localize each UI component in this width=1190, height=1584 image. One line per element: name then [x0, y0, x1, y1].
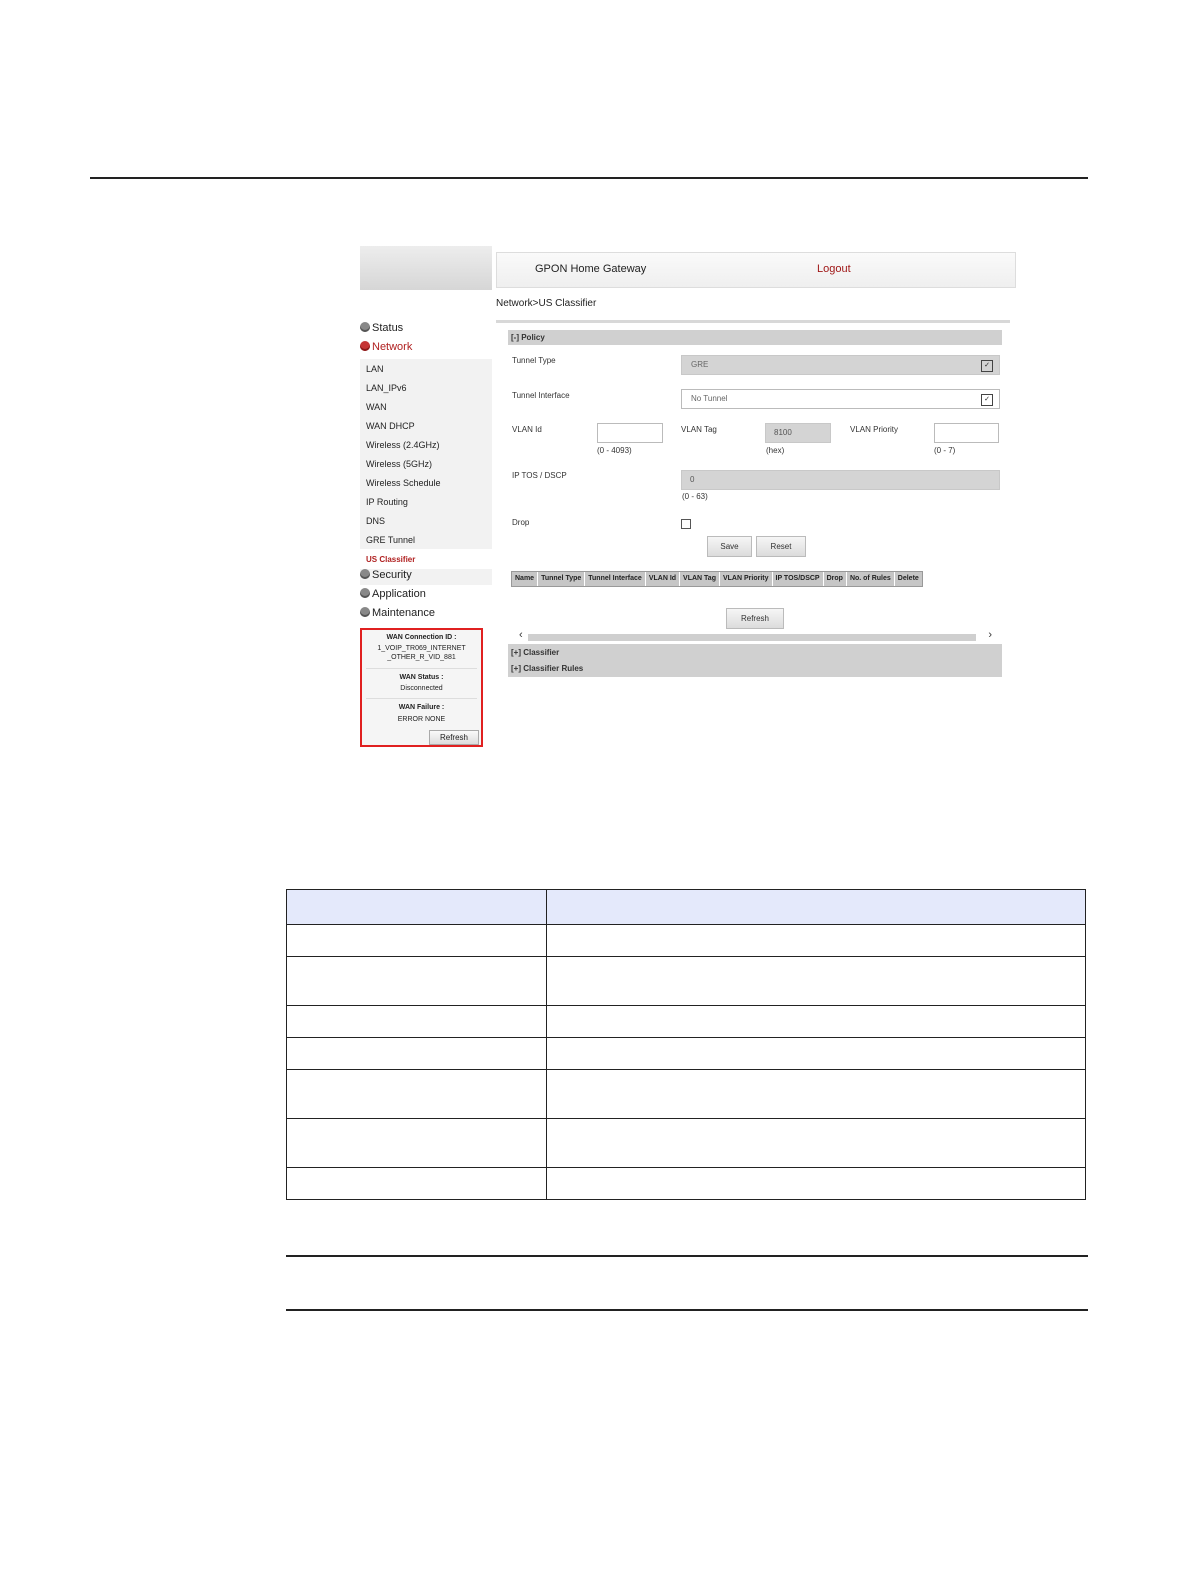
policy-refresh-button[interactable]: Refresh — [726, 608, 784, 629]
vlan-tag-label: VLAN Tag — [681, 425, 717, 434]
sidebar-item-lan-ipv6[interactable]: LAN_IPv6 — [366, 383, 407, 393]
drop-checkbox[interactable] — [681, 519, 691, 529]
column-header: VLAN Priority — [720, 572, 773, 586]
classifier-rules-section-header[interactable]: [+] Classifier Rules — [508, 661, 1002, 677]
tunnel-interface-value: No Tunnel — [691, 394, 728, 403]
chevron-left-icon[interactable]: ‹ — [519, 629, 523, 641]
note-top-rule — [286, 1255, 1088, 1257]
policy-panel: [-] Policy Tunnel Type GRE ✓ Tunnel Inte… — [508, 330, 1002, 677]
chevron-right-icon[interactable]: › — [988, 629, 992, 641]
sidebar-item-wan-dhcp[interactable]: WAN DHCP — [366, 421, 415, 431]
column-header: VLAN Id — [646, 572, 681, 586]
logout-link[interactable]: Logout — [817, 263, 851, 275]
wan-status-value: Disconnected — [400, 685, 443, 692]
sidebar-item-lan[interactable]: LAN — [366, 364, 384, 374]
column-header: IP TOS/DSCP — [773, 572, 824, 586]
vlan-priority-hint: (0 - 7) — [934, 446, 956, 455]
vlan-id-label: VLAN Id — [512, 425, 542, 434]
column-header: Drop — [824, 572, 847, 586]
policy-table-header: Name Tunnel Type Tunnel Interface VLAN I… — [511, 571, 923, 587]
vlan-tag-input[interactable]: 8100 — [765, 423, 831, 443]
sidebar-header — [360, 246, 492, 290]
table-row — [286, 924, 1086, 957]
description-table — [286, 889, 1086, 1200]
wan-failure-value: ERROR NONE — [397, 716, 446, 723]
reset-button[interactable]: Reset — [756, 536, 806, 557]
vlan-id-input[interactable] — [597, 423, 663, 443]
vlan-priority-label: VLAN Priority — [850, 425, 899, 434]
chevron-down-icon: ✓ — [981, 360, 993, 372]
save-button[interactable]: Save — [707, 536, 752, 557]
table-header-cell — [286, 889, 547, 925]
sidebar-item-wireless-5[interactable]: Wireless (5GHz) — [366, 459, 432, 469]
ip-tos-hint: (0 - 63) — [682, 492, 708, 501]
drop-label: Drop — [512, 518, 530, 527]
menu-group-maintenance[interactable]: Maintenance — [360, 607, 435, 623]
column-header: Tunnel Interface — [585, 572, 646, 586]
table-row — [286, 1118, 1086, 1168]
divider — [366, 698, 477, 699]
horizontal-scrollbar[interactable]: ‹ › — [508, 629, 1002, 642]
sidebar-item-wireless-schedule[interactable]: Wireless Schedule — [366, 478, 441, 488]
column-header: Name — [512, 572, 539, 586]
sidebar-item-ip-routing[interactable]: IP Routing — [366, 497, 408, 507]
wan-status-label: WAN Status : — [399, 674, 444, 681]
divider — [366, 668, 477, 669]
wan-failure-label: WAN Failure : — [398, 704, 445, 711]
expand-bullet-icon — [360, 341, 370, 351]
tunnel-interface-select[interactable]: No Tunnel ✓ — [681, 389, 1000, 409]
header-bar: GPON Home Gateway Logout — [496, 252, 1016, 288]
sidebar-item-gre-tunnel[interactable]: GRE Tunnel — [366, 535, 415, 545]
breadcrumb: Network>US Classifier — [496, 298, 597, 309]
policy-section-header[interactable]: [-] Policy — [508, 330, 1002, 345]
tunnel-type-value: GRE — [691, 360, 709, 369]
sidebar-item-dns[interactable]: DNS — [366, 516, 385, 526]
wan-connection-label: WAN Connection ID : — [386, 634, 457, 641]
expand-bullet-icon — [360, 569, 370, 579]
menu-group-status[interactable]: Status — [360, 322, 403, 338]
classifier-section-header[interactable]: [+] Classifier — [508, 644, 1002, 661]
table-row — [286, 1069, 1086, 1119]
sidebar-item-us-classifier[interactable]: US Classifier — [366, 555, 415, 564]
top-rule — [90, 177, 1088, 179]
expand-bullet-icon — [360, 588, 370, 598]
menu-group-network[interactable]: Network — [360, 341, 412, 357]
table-row — [286, 1005, 1086, 1038]
app-title: GPON Home Gateway — [535, 263, 647, 275]
gateway-screenshot: GPON Home Gateway Logout Network>US Clas… — [360, 246, 1016, 747]
wan-refresh-button[interactable]: Refresh — [429, 730, 479, 745]
table-header-cell — [546, 889, 1086, 925]
wan-connection-value: 1_VOIP_TR069_INTERNET _OTHER_R_VID_881 — [377, 645, 466, 661]
ip-tos-label: IP TOS / DSCP — [512, 471, 567, 480]
note-bottom-rule — [286, 1309, 1088, 1311]
scrollbar-thumb[interactable] — [528, 634, 976, 641]
chevron-down-icon: ✓ — [981, 394, 993, 406]
vlan-tag-hint: (hex) — [766, 446, 785, 455]
table-header-row — [286, 889, 1086, 925]
expand-bullet-icon — [360, 322, 370, 332]
breadcrumb-divider — [496, 320, 1010, 323]
wan-status-box: WAN Connection ID : 1_VOIP_TR069_INTERNE… — [360, 628, 483, 747]
column-header: Tunnel Type — [538, 572, 586, 586]
sidebar-item-wan[interactable]: WAN — [366, 402, 387, 412]
column-header: No. of Rules — [847, 572, 895, 586]
menu-group-security[interactable]: Security — [360, 569, 492, 585]
menu-group-application[interactable]: Application — [360, 588, 426, 604]
tunnel-type-select[interactable]: GRE ✓ — [681, 355, 1000, 375]
column-header: Delete — [897, 575, 919, 582]
table-row — [286, 1167, 1086, 1200]
tunnel-interface-label: Tunnel Interface — [512, 391, 570, 400]
table-row — [286, 956, 1086, 1006]
sidebar-item-wireless-24[interactable]: Wireless (2.4GHz) — [366, 440, 440, 450]
column-header: VLAN Tag — [680, 572, 720, 586]
ip-tos-input[interactable]: 0 — [681, 470, 1000, 490]
expand-bullet-icon — [360, 607, 370, 617]
vlan-id-hint: (0 - 4093) — [597, 446, 632, 455]
vlan-priority-input[interactable] — [934, 423, 999, 443]
network-submenu: LAN LAN_IPv6 WAN WAN DHCP Wireless (2.4G… — [360, 359, 492, 549]
table-row — [286, 1037, 1086, 1070]
tunnel-type-label: Tunnel Type — [512, 356, 556, 365]
